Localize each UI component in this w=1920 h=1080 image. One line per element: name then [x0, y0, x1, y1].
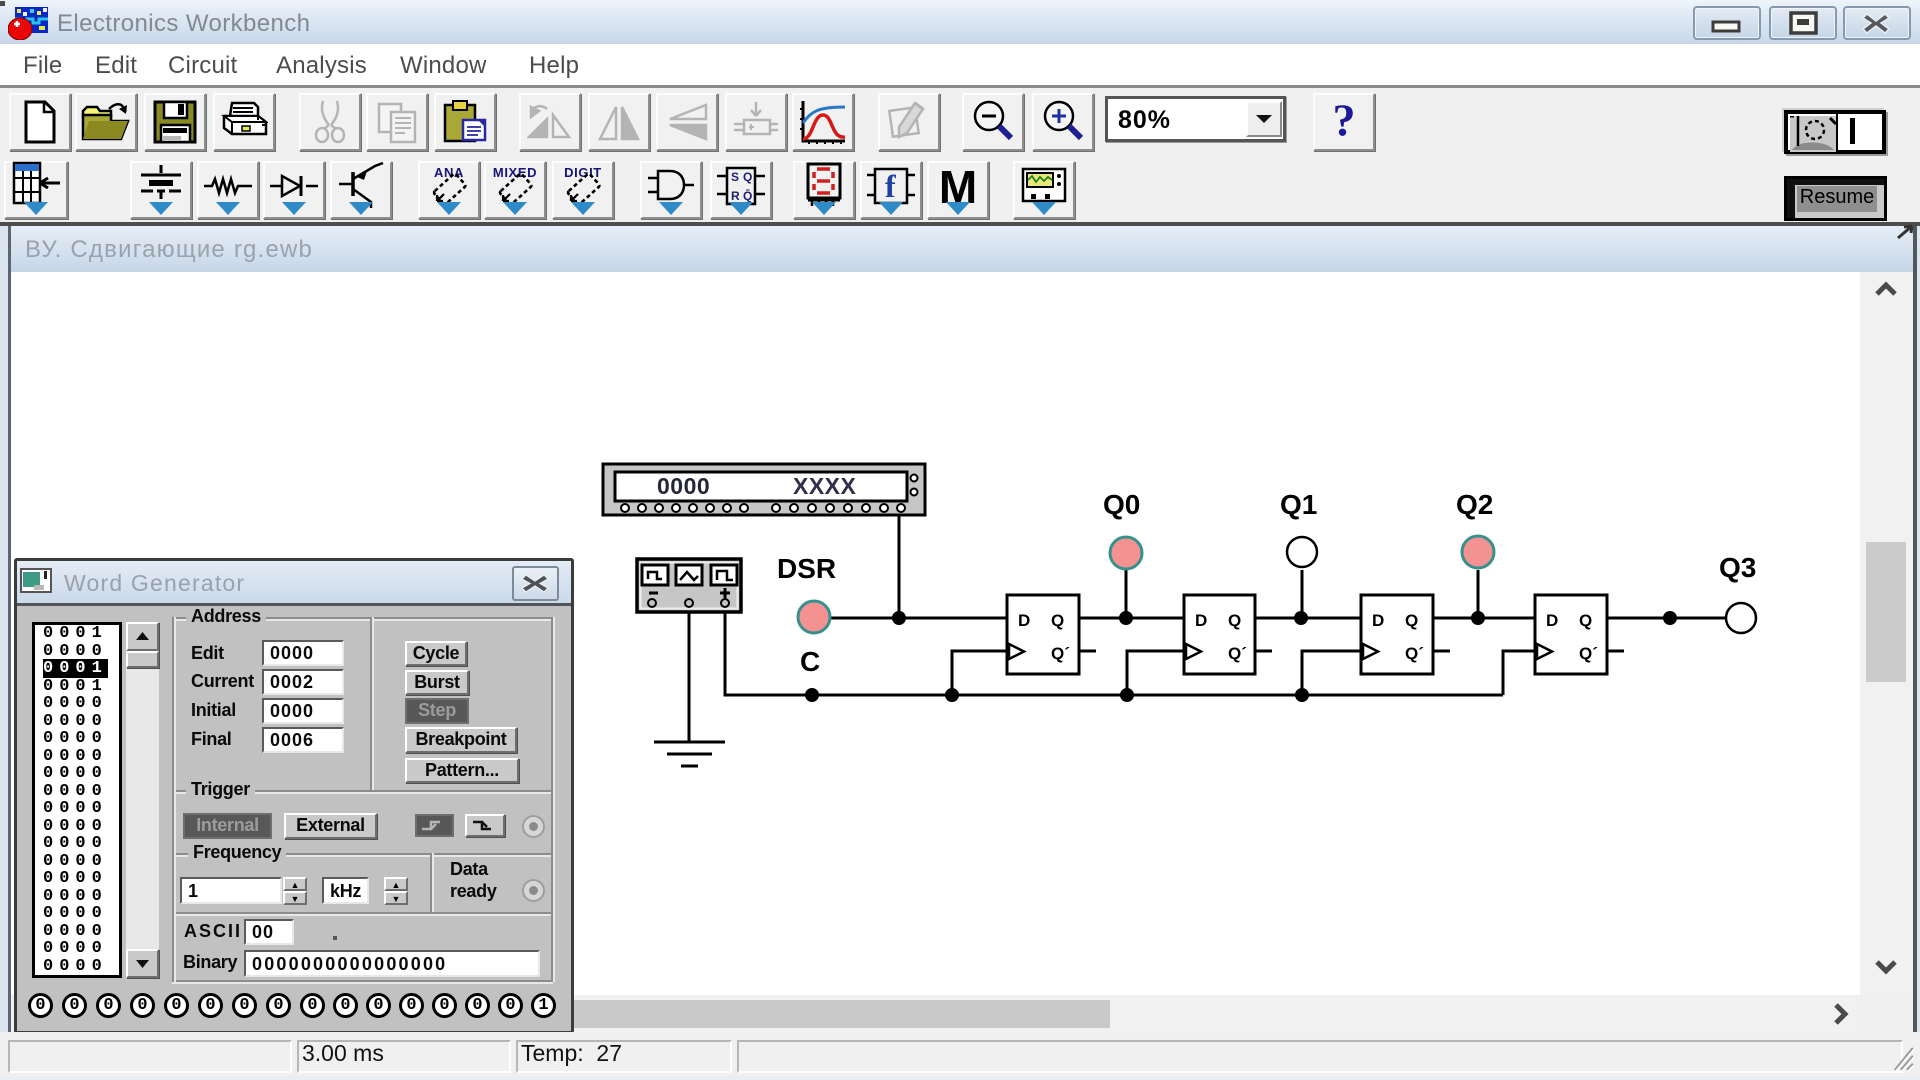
svg-text:0000: 0000 — [657, 473, 710, 499]
svg-text:Q: Q — [1405, 611, 1418, 630]
svg-text:D: D — [1018, 611, 1030, 630]
svg-text:Q´: Q´ — [1405, 644, 1424, 663]
svg-text:Q´: Q´ — [1579, 644, 1598, 663]
svg-text:Q2: Q2 — [1456, 489, 1493, 520]
svg-text:DSR: DSR — [777, 553, 836, 584]
svg-text:D: D — [1372, 611, 1384, 630]
svg-text:D: D — [1546, 611, 1558, 630]
svg-text:C: C — [800, 646, 820, 677]
svg-text:Q: Q — [1051, 611, 1064, 630]
svg-text:Q´: Q´ — [1051, 644, 1070, 663]
svg-text:Q3: Q3 — [1719, 552, 1756, 583]
svg-text:Q: Q — [1228, 611, 1241, 630]
svg-text:Q: Q — [1579, 611, 1592, 630]
svg-text:XXXX: XXXX — [793, 473, 857, 499]
svg-text:Q0: Q0 — [1103, 489, 1140, 520]
svg-text:Q´: Q´ — [1228, 644, 1247, 663]
svg-text:Q1: Q1 — [1280, 489, 1317, 520]
svg-text:D: D — [1195, 611, 1207, 630]
